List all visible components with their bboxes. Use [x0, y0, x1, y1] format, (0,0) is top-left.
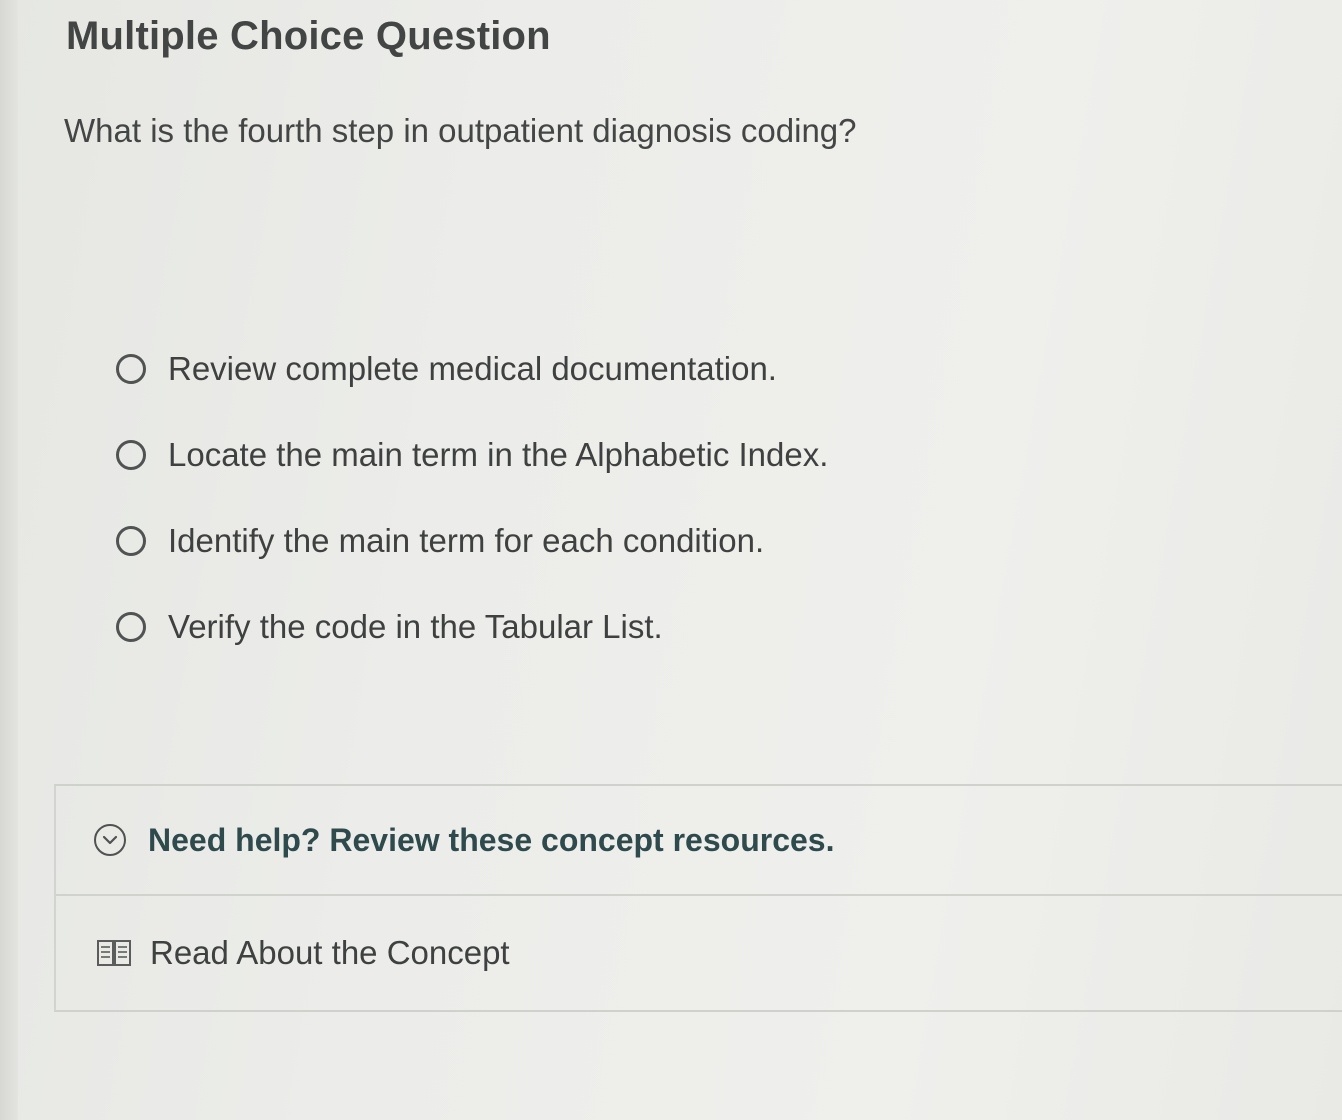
answer-option-label: Verify the code in the Tabular List.: [168, 608, 663, 645]
chevron-down-circle-icon[interactable]: [94, 824, 126, 856]
answer-options: Review complete medical documentation. L…: [116, 326, 1016, 670]
concept-resources-toggle[interactable]: Need help? Review these concept resource…: [56, 786, 1342, 896]
answer-option-2[interactable]: Locate the main term in the Alphabetic I…: [116, 412, 1016, 498]
radio-button-3[interactable]: [116, 526, 146, 556]
answer-option-label: Identify the main term for each conditio…: [168, 522, 765, 559]
concept-resources-title: Need help? Review these concept resource…: [148, 821, 835, 858]
answer-option-label: Locate the main term in the Alphabetic I…: [168, 436, 829, 473]
answer-option-1[interactable]: Review complete medical documentation.: [116, 326, 1016, 412]
radio-button-2[interactable]: [116, 440, 146, 470]
answer-option-3[interactable]: Identify the main term for each conditio…: [116, 498, 1016, 584]
page-title: Multiple Choice Question: [66, 14, 551, 58]
read-about-concept-link[interactable]: Read About the Concept: [56, 896, 1342, 1010]
read-about-concept-label: Read About the Concept: [150, 934, 510, 971]
window-edge: [0, 0, 18, 1120]
question-prompt: What is the fourth step in outpatient di…: [64, 112, 857, 149]
concept-resources-panel: Need help? Review these concept resource…: [54, 784, 1342, 1012]
radio-button-4[interactable]: [116, 612, 146, 642]
answer-option-4[interactable]: Verify the code in the Tabular List.: [116, 584, 1016, 670]
chevron-down-icon: [102, 835, 118, 845]
radio-button-1[interactable]: [116, 354, 146, 384]
book-icon: [97, 940, 131, 966]
answer-option-label: Review complete medical documentation.: [168, 350, 777, 387]
